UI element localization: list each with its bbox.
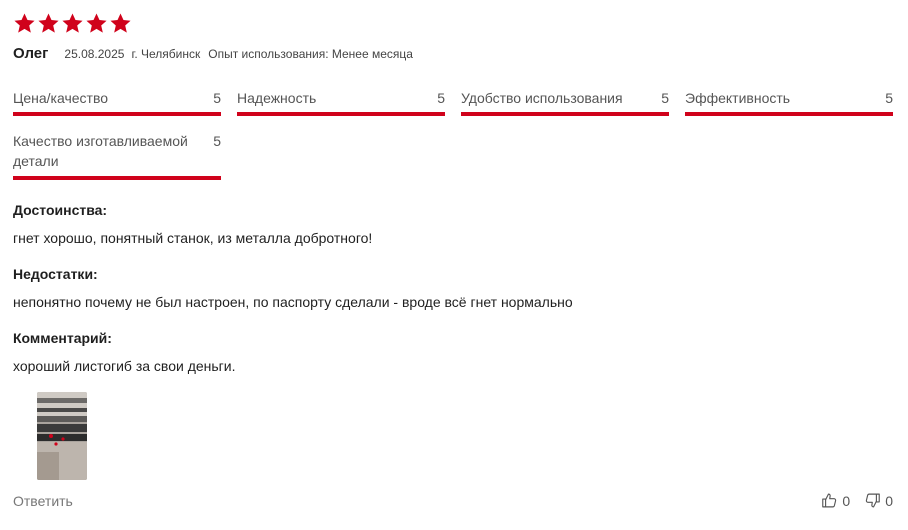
author-name: Олег <box>13 45 49 62</box>
rating-value: 5 <box>437 90 445 106</box>
pros-title: Достоинства: <box>13 202 108 218</box>
review-meta: Олег 25.08.2025 г. Челябинск Опыт исполь… <box>13 45 413 62</box>
review-date: 25.08.2025 <box>64 47 125 61</box>
rating-label: Надежность <box>237 90 317 106</box>
thumbs-down-icon <box>864 492 881 509</box>
reply-link[interactable]: Ответить <box>13 493 73 509</box>
comment-section: Комментарий: хороший листогиб за свои де… <box>13 329 893 375</box>
aspect-ratings: Цена/качество 5 Надежность 5 Удобство ис… <box>13 88 893 183</box>
pros-section: Достоинства: гнет хорошо, понятный стано… <box>13 201 893 247</box>
cons-section: Недостатки: непонятно почему не был наст… <box>13 265 893 311</box>
rating-value: 5 <box>661 90 669 106</box>
rating-part-quality: Качество изготавливаемой детали 5 <box>13 131 221 180</box>
star-icon <box>109 12 132 35</box>
thumbs-up-icon <box>821 492 838 509</box>
comment-text: хороший листогиб за свои деньги. <box>13 358 236 374</box>
star-icon <box>85 12 108 35</box>
like-count: 0 <box>842 492 851 509</box>
star-icon <box>13 12 36 35</box>
star-icon <box>37 12 60 35</box>
like-button[interactable]: 0 <box>821 492 850 509</box>
star-rating <box>13 12 132 35</box>
review-card: Олег 25.08.2025 г. Челябинск Опыт исполь… <box>13 0 893 530</box>
rating-value: 5 <box>213 133 221 149</box>
cons-title: Недостатки: <box>13 266 98 282</box>
review-votes: 0 0 <box>821 492 893 509</box>
rating-value: 5 <box>885 90 893 106</box>
rating-price-quality: Цена/качество 5 <box>13 88 221 116</box>
rating-usability: Удобство использования 5 <box>461 88 669 116</box>
rating-effectiveness: Эффективность 5 <box>685 88 893 116</box>
comment-title: Комментарий: <box>13 330 112 346</box>
rating-value: 5 <box>213 90 221 106</box>
review-city: г. Челябинск <box>131 47 201 61</box>
review-photo-thumbnail[interactable] <box>37 392 87 480</box>
rating-label: Качество изготавливаемой детали <box>13 133 188 169</box>
rating-reliability: Надежность 5 <box>237 88 445 116</box>
dislike-button[interactable]: 0 <box>864 492 893 509</box>
rating-label: Эффективность <box>685 90 791 106</box>
usage-experience: Опыт использования: Менее месяца <box>208 47 413 61</box>
star-icon <box>61 12 84 35</box>
dislike-count: 0 <box>885 492 893 509</box>
rating-label: Удобство использования <box>461 90 623 106</box>
cons-text: непонятно почему не был настроен, по пас… <box>13 294 573 310</box>
rating-label: Цена/качество <box>13 90 109 106</box>
pros-text: гнет хорошо, понятный станок, из металла… <box>13 230 373 246</box>
